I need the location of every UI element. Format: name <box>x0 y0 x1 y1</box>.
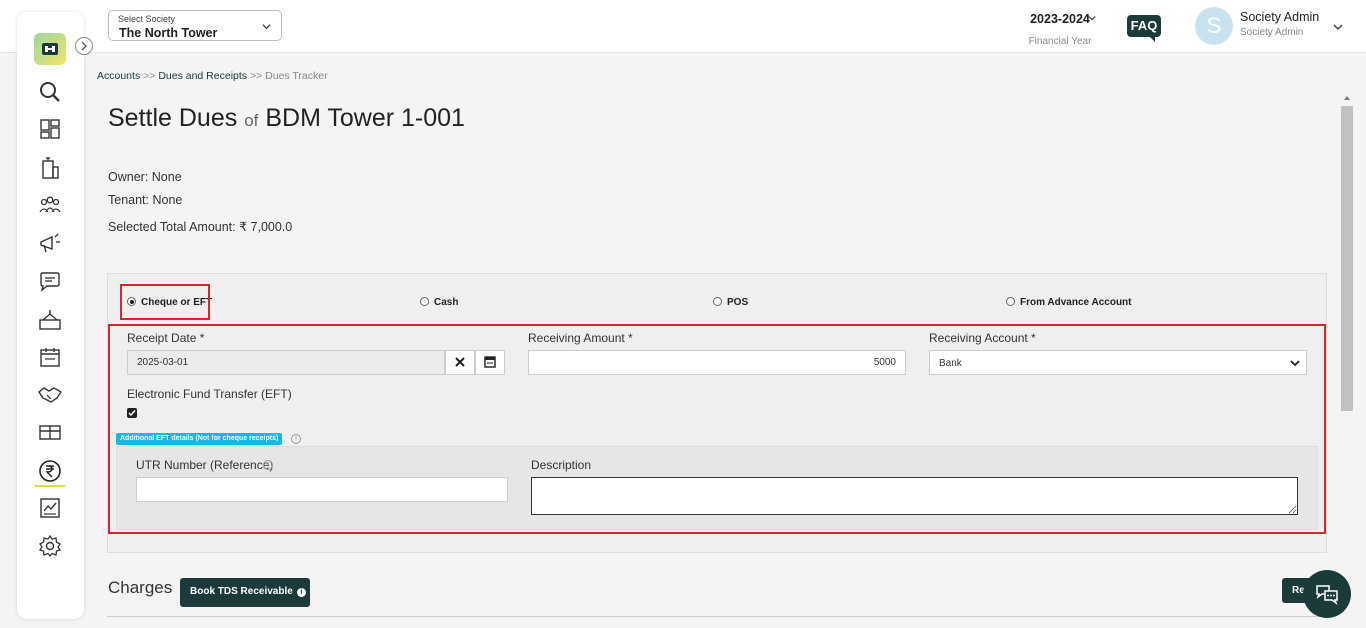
page-title-unit: BDM Tower 1-001 <box>265 104 465 132</box>
page-title: Settle Dues of BDM Tower 1-001 <box>108 104 465 133</box>
top-header: Select Society The North Tower 2023-2024… <box>0 0 1366 53</box>
chevron-down-icon <box>262 24 271 30</box>
chat-bubbles-icon <box>1316 585 1338 606</box>
breadcrumb-accounts[interactable]: Accounts <box>97 70 140 82</box>
receiving-account-label: Receiving Account * <box>929 331 1036 345</box>
utr-number-label: UTR Number (Reference) <box>136 458 274 472</box>
gate-icon[interactable] <box>38 420 62 444</box>
receiving-account-value: Bank <box>939 358 962 369</box>
handshake-icon[interactable] <box>38 383 62 407</box>
sidebar <box>17 12 93 619</box>
breadcrumb: Accounts >> Dues and Receipts >> Dues Tr… <box>97 70 328 82</box>
reports-icon[interactable] <box>38 496 62 520</box>
scrollbar-thumb[interactable] <box>1341 106 1353 411</box>
tenant-info: Tenant: None <box>108 193 183 207</box>
scroll-up-icon[interactable] <box>1344 96 1350 100</box>
eft-details-badge: Additional EFT details (Not for cheque r… <box>116 433 283 445</box>
payment-mode-pos[interactable]: POS <box>713 297 748 308</box>
info-icon[interactable]: i <box>263 460 273 470</box>
info-icon[interactable]: i <box>291 434 301 444</box>
calendar-icon <box>484 356 496 368</box>
description-textarea[interactable] <box>531 477 1298 515</box>
chevron-down-icon <box>1290 360 1300 367</box>
charges-table <box>107 616 1327 628</box>
radio-icon[interactable] <box>713 297 722 306</box>
utr-number-input[interactable] <box>136 477 508 502</box>
members-icon[interactable] <box>38 194 62 218</box>
charges-title: Charges <box>108 578 173 597</box>
chevron-down-icon <box>1088 15 1096 21</box>
facility-icon[interactable] <box>38 308 62 332</box>
calendar-button[interactable] <box>475 350 505 375</box>
highlight-cheque-option <box>120 284 210 320</box>
page-title-prefix: Settle Dues <box>108 104 238 132</box>
society-select-label: Select Society <box>118 14 176 24</box>
breadcrumb-separator: >> <box>249 70 263 82</box>
check-icon <box>128 410 136 417</box>
financial-year-select[interactable]: 2023-2024 Financial Year <box>1018 10 1102 47</box>
building-icon[interactable] <box>38 156 62 180</box>
breadcrumb-separator: >> <box>143 70 156 82</box>
description-label: Description <box>531 458 592 472</box>
selected-total-amount: Selected Total Amount: ₹ 7,000.0 <box>108 220 293 234</box>
announcement-icon[interactable] <box>38 232 62 256</box>
receiving-amount-input[interactable] <box>528 350 906 375</box>
book-tds-label: Book TDS Receivable <box>190 586 293 597</box>
eft-label: Electronic Fund Transfer (EFT) <box>127 387 292 401</box>
page-title-of: of <box>244 111 259 130</box>
avatar[interactable]: S <box>1195 7 1233 45</box>
app-logo-icon[interactable] <box>34 33 66 65</box>
breadcrumb-dues-receipts[interactable]: Dues and Receipts <box>158 70 247 82</box>
receipt-date-label: Receipt Date * <box>127 331 205 345</box>
gear-icon[interactable] <box>38 534 62 558</box>
info-icon: i <box>296 588 306 597</box>
payment-mode-cash[interactable]: Cash <box>420 297 458 308</box>
owner-info: Owner: None <box>108 170 182 184</box>
user-role: Society Admin <box>1240 27 1304 38</box>
radio-icon[interactable] <box>1006 297 1015 306</box>
eft-checkbox[interactable] <box>127 408 137 418</box>
payment-mode-label: From Advance Account <box>1020 297 1132 308</box>
user-menu-chevron-icon[interactable] <box>1333 22 1343 32</box>
payment-mode-label: POS <box>727 297 749 308</box>
payment-mode-label: Cash <box>434 297 459 308</box>
receipt-date-input[interactable] <box>127 350 445 375</box>
radio-icon[interactable] <box>420 297 429 306</box>
chat-icon[interactable] <box>38 270 62 294</box>
financial-year-value: 2023-2024 <box>1030 12 1090 26</box>
receiving-account-select[interactable]: Bank <box>929 350 1307 375</box>
breadcrumb-current: Dues Tracker <box>265 70 328 82</box>
receiving-amount-label: Receiving Amount * <box>528 331 633 345</box>
dashboard-icon[interactable] <box>38 117 62 141</box>
financial-year-label: Financial Year <box>1028 36 1092 47</box>
search-icon[interactable] <box>38 80 62 104</box>
close-icon <box>455 357 465 367</box>
society-select-value: The North Tower <box>119 26 218 40</box>
user-name: Society Admin <box>1240 10 1320 24</box>
active-nav-indicator <box>35 485 65 487</box>
clear-date-button[interactable] <box>445 350 475 375</box>
society-select[interactable]: Select Society The North Tower <box>108 10 282 41</box>
payment-mode-advance[interactable]: From Advance Account <box>1006 297 1132 308</box>
sidebar-expand-button[interactable] <box>75 37 93 55</box>
rupee-icon[interactable] <box>38 459 62 483</box>
faq-button[interactable]: FAQ <box>1127 15 1161 42</box>
calendar-icon[interactable] <box>38 345 62 369</box>
book-tds-receivable-button[interactable]: Book TDS Receivable i <box>180 578 310 607</box>
